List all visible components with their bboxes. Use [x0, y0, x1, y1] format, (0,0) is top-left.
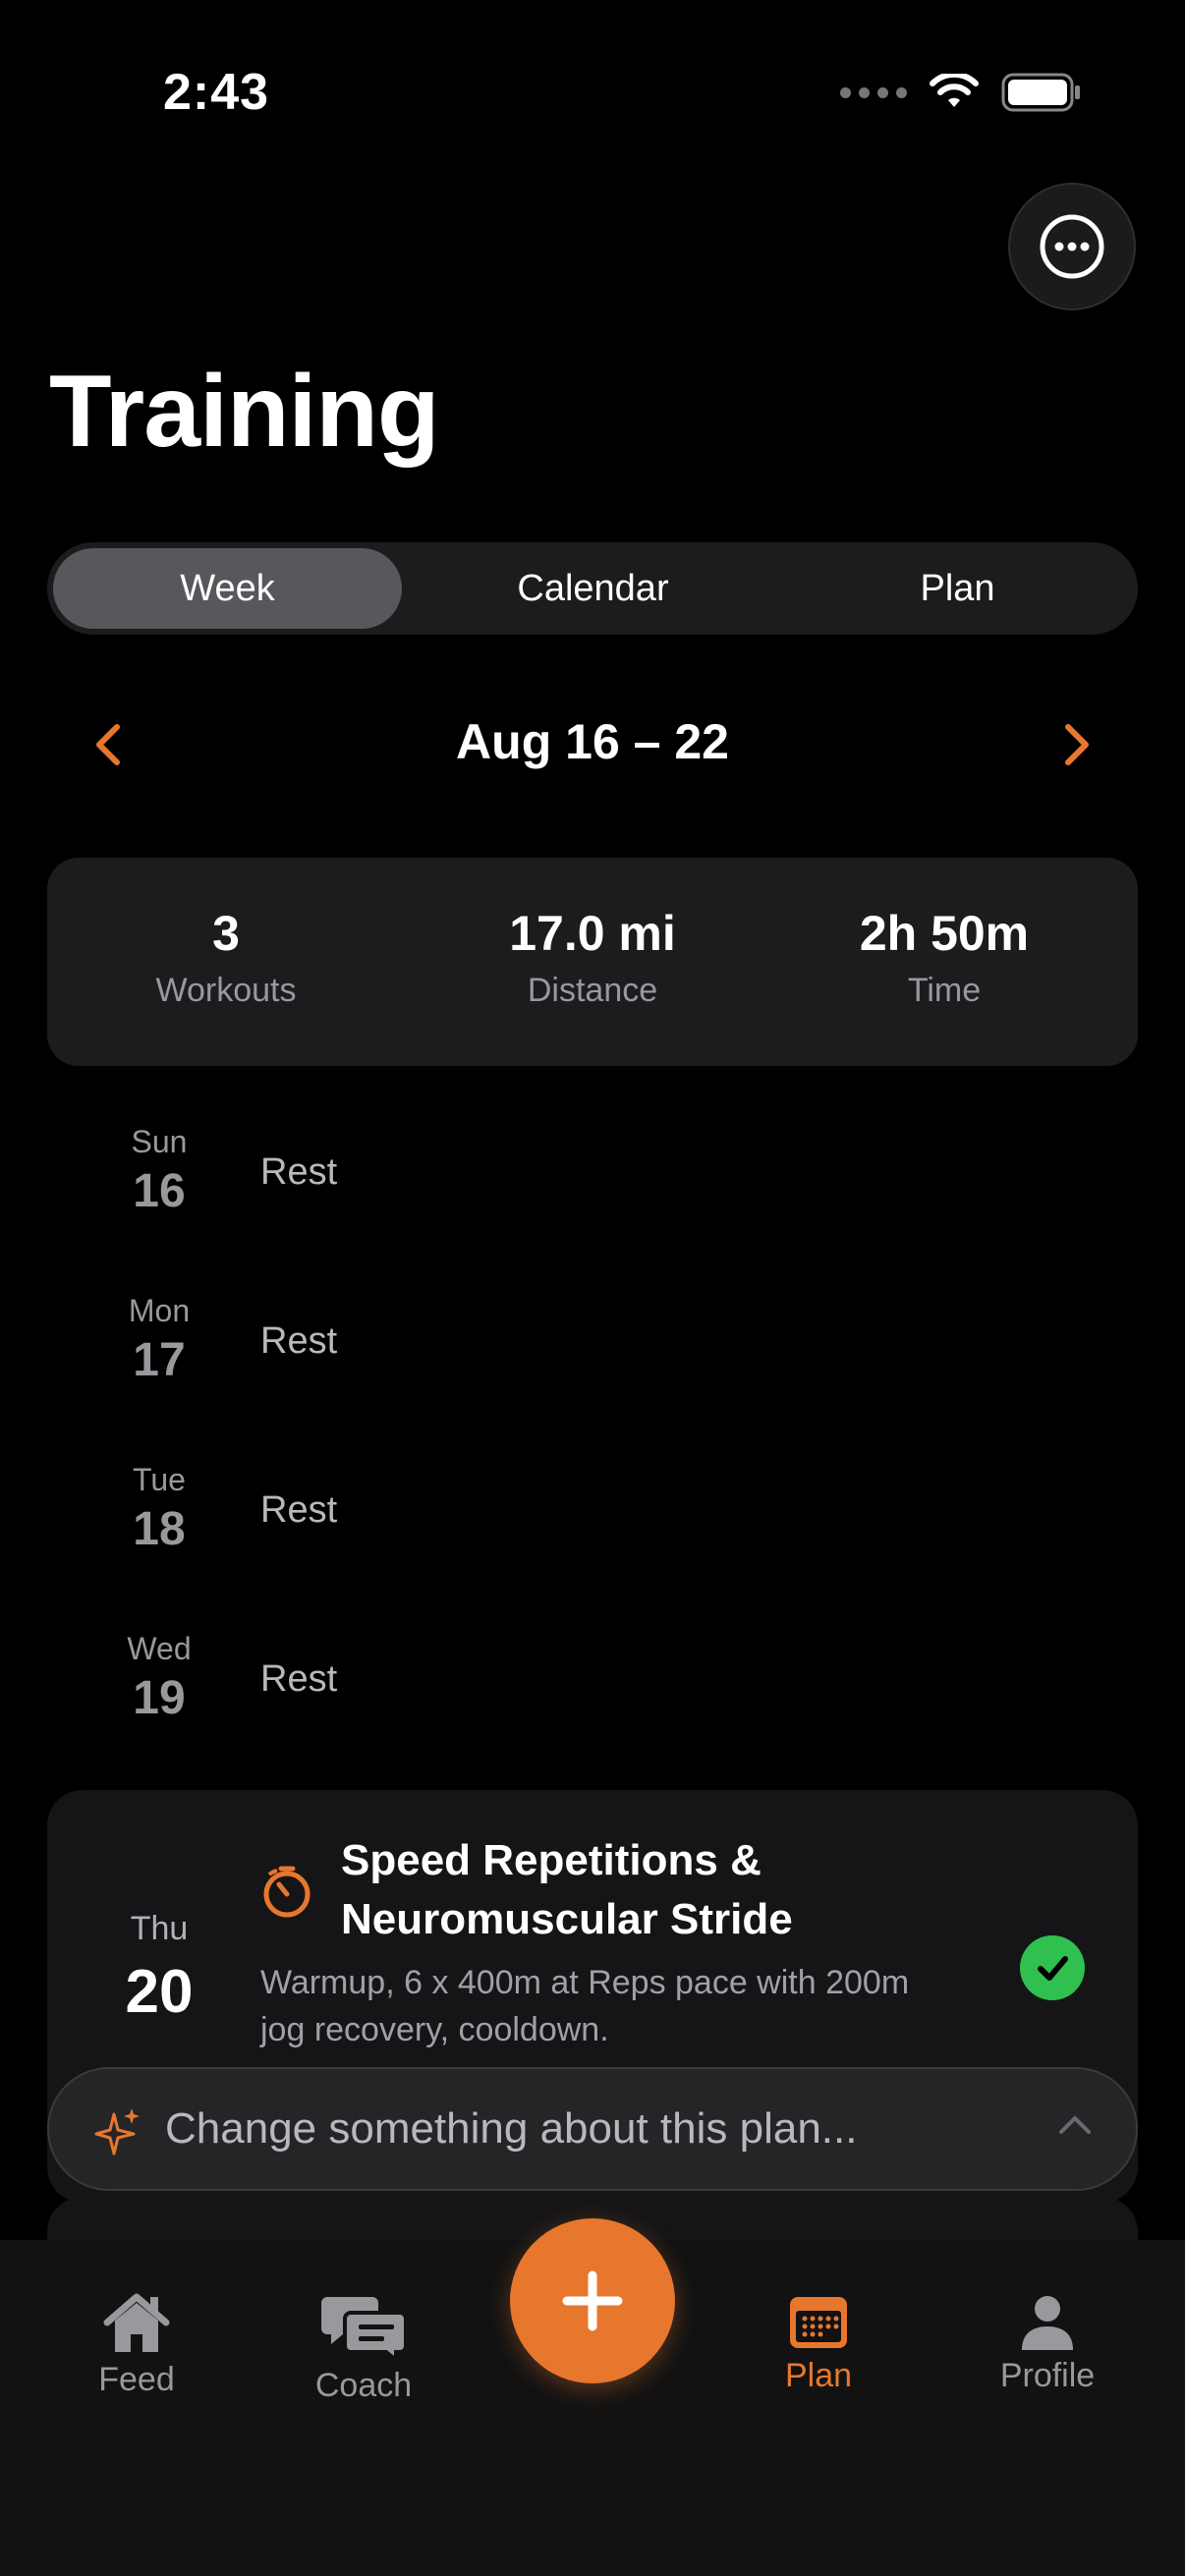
stopwatch-icon: [263, 1866, 310, 1918]
week-summary-card: 3 Workouts 17.0 mi Distance 2h 50m Time: [47, 858, 1138, 1066]
chevron-right-icon: [1065, 724, 1089, 765]
status-icons: [840, 73, 1082, 112]
day-status: Rest: [260, 1151, 338, 1193]
stat-time-value: 2h 50m: [859, 906, 1030, 961]
tab-feed-label: Feed: [98, 2361, 175, 2398]
stat-workouts-label: Workouts: [155, 972, 297, 1009]
chat-bubbles-icon: [321, 2297, 408, 2365]
page-title: Training: [49, 355, 439, 469]
tab-plan-label: Plan: [784, 2357, 853, 2394]
previous-week-button[interactable]: [79, 715, 138, 774]
tab-profile-label: Profile: [999, 2357, 1096, 2394]
view-segmented-control: Week Calendar Plan: [47, 542, 1138, 635]
ellipsis-circle-icon: [1040, 214, 1104, 279]
stat-workouts-value: 3: [212, 906, 240, 961]
day-status: Rest: [260, 1489, 338, 1531]
segment-calendar[interactable]: Calendar: [419, 542, 767, 635]
tab-profile[interactable]: Profile: [949, 2293, 1146, 2395]
day-number: 16: [133, 1165, 186, 1217]
add-workout-button[interactable]: [510, 2218, 675, 2383]
segment-week[interactable]: Week: [53, 542, 402, 635]
completed-check-icon: [1020, 1935, 1085, 2000]
week-range-label: Aug 16 – 22: [456, 714, 729, 769]
stat-distance: 17.0 mi Distance: [416, 858, 769, 1010]
plus-icon: [562, 2270, 623, 2331]
day-name: Sun: [131, 1124, 188, 1159]
change-plan-input[interactable]: Change something about this plan...: [47, 2067, 1138, 2191]
day-name: Tue: [133, 1462, 186, 1497]
status-time: 2:43: [163, 64, 270, 121]
stat-distance-label: Distance: [527, 972, 658, 1009]
change-plan-placeholder: Change something about this plan...: [165, 2104, 858, 2153]
calendar-icon: [790, 2297, 847, 2348]
stat-distance-value: 17.0 mi: [509, 906, 676, 961]
day-name: Wed: [127, 1631, 192, 1666]
sparkles-icon: [94, 2108, 140, 2156]
next-week-button[interactable]: [1047, 715, 1106, 774]
tab-coach-label: Coach: [314, 2367, 413, 2404]
chevron-up-icon[interactable]: [1057, 2112, 1093, 2136]
workout-day-name: Thu: [130, 1910, 189, 1947]
workout-title: Speed Repetitions & Neuromuscular Stride: [341, 1836, 793, 1943]
cellular-signal-icon: [840, 86, 907, 98]
day-number: 17: [133, 1334, 186, 1386]
wifi-icon: [930, 74, 979, 107]
segment-plan[interactable]: Plan: [783, 542, 1132, 635]
workout-description: Warmup, 6 x 400m at Reps pace with 200m …: [260, 1964, 910, 2048]
day-status: Rest: [260, 1658, 338, 1700]
stat-time-label: Time: [907, 972, 982, 1009]
day-number: 18: [133, 1503, 186, 1555]
day-number: 19: [133, 1672, 186, 1724]
training-screen: 2:43 Training Week Calendar Plan Aug 16 …: [0, 0, 1185, 2576]
tab-plan[interactable]: Plan: [720, 2291, 917, 2395]
chevron-left-icon: [96, 724, 120, 765]
workout-day-number: 20: [125, 1958, 194, 2026]
stat-time: 2h 50m Time: [767, 858, 1121, 1010]
person-icon: [1022, 2296, 1073, 2350]
more-options-button[interactable]: [1008, 183, 1136, 310]
day-name: Mon: [128, 1293, 191, 1328]
day-status: Rest: [260, 1320, 338, 1362]
stat-workouts: 3 Workouts: [49, 858, 403, 1010]
house-icon: [103, 2293, 170, 2352]
tab-feed[interactable]: Feed: [38, 2291, 235, 2399]
battery-icon: [1001, 73, 1080, 112]
tab-coach[interactable]: Coach: [265, 2289, 462, 2405]
